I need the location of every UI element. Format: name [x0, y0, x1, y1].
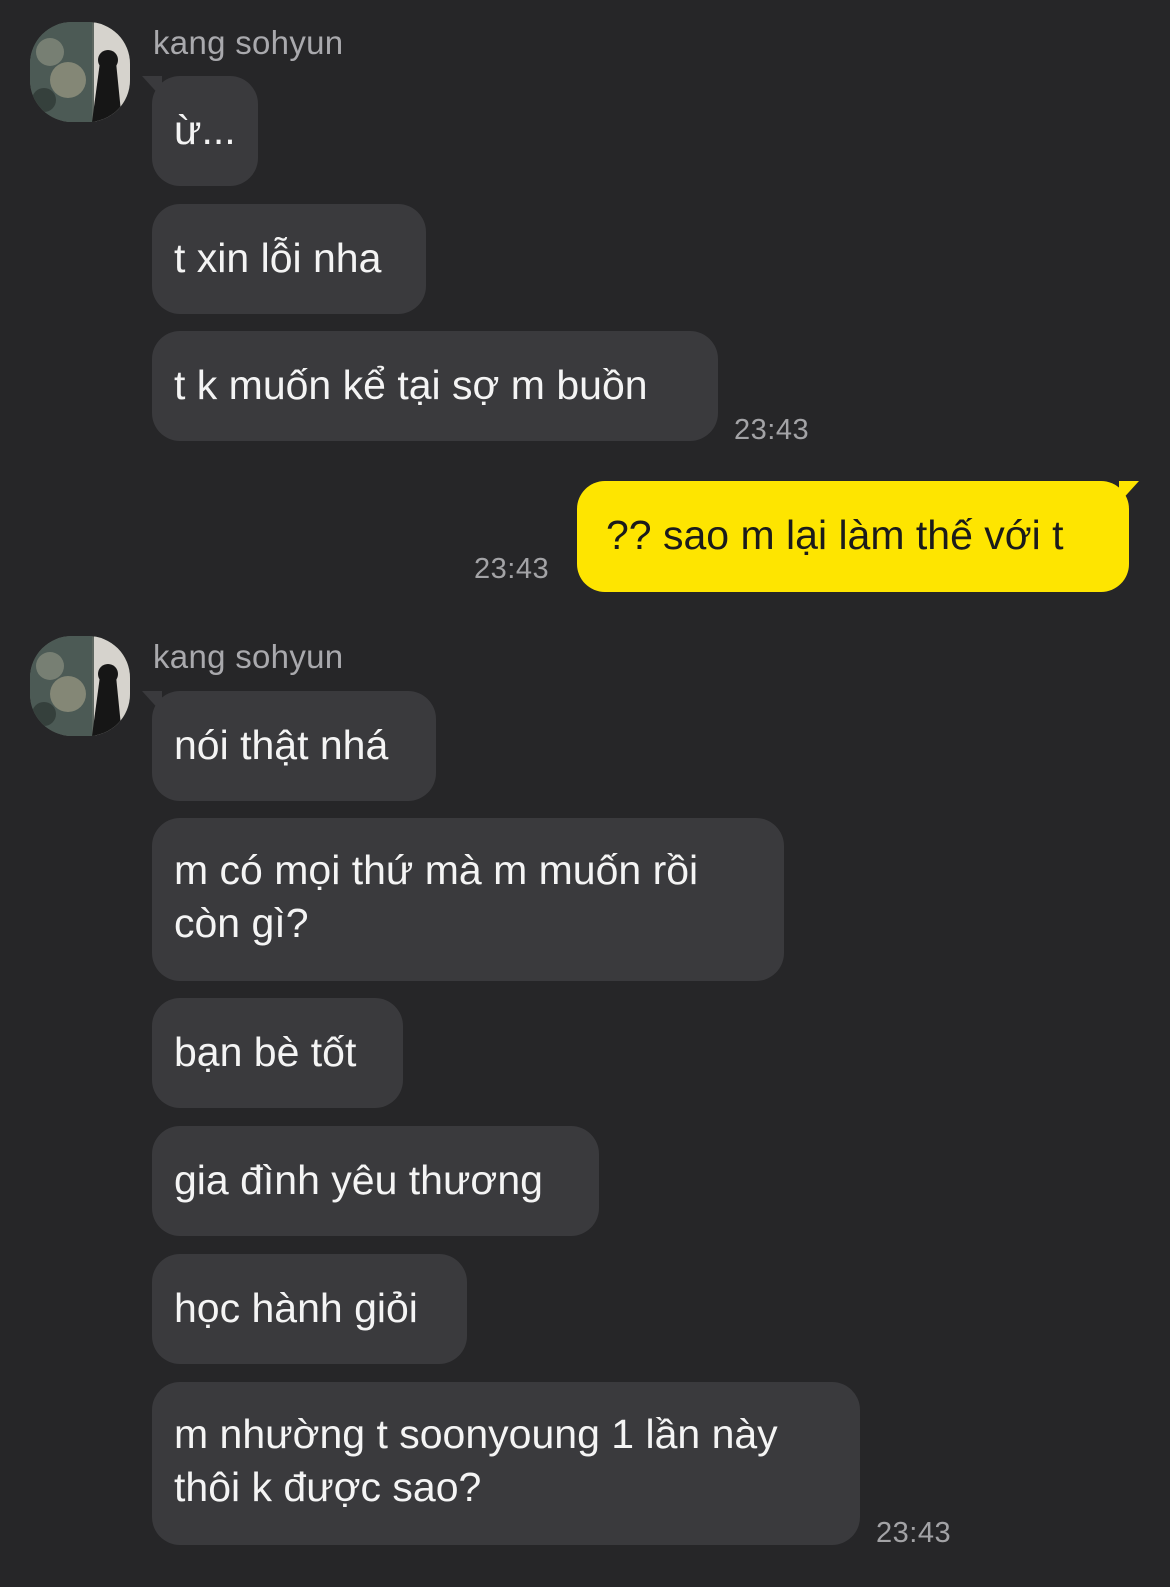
message-bubble[interactable]: t k muốn kể tại sợ m buồn	[152, 331, 718, 441]
avatar[interactable]	[30, 636, 130, 736]
message-bubble[interactable]: gia đình yêu thương	[152, 1126, 599, 1236]
message-text: m có mọi thứ mà m muốn rồi còn gì?	[174, 847, 699, 946]
avatar[interactable]	[30, 22, 130, 122]
timestamp: 23:43	[474, 553, 550, 585]
message-bubble[interactable]: m nhường t soonyoung 1 lần này thôi k đư…	[152, 1382, 860, 1545]
message-text: t xin lỗi nha	[174, 235, 382, 281]
message-text: m nhường t soonyoung 1 lần này thôi k đư…	[174, 1411, 778, 1510]
message-text: t k muốn kể tại sợ m buồn	[174, 362, 648, 408]
sender-name: kang sohyun	[153, 638, 344, 675]
message-bubble[interactable]: m có mọi thứ mà m muốn rồi còn gì?	[152, 818, 784, 981]
timestamp: 23:43	[734, 414, 810, 446]
message-text: học hành giỏi	[174, 1285, 418, 1331]
message-text: ừ...	[174, 107, 236, 153]
sender-name: kang sohyun	[153, 24, 344, 61]
message-text: ?? sao m lại làm thế với t	[606, 512, 1064, 558]
timestamp: 23:43	[876, 1517, 952, 1549]
profile-photo-icon	[30, 636, 130, 736]
message-bubble[interactable]: bạn bè tốt	[152, 998, 403, 1108]
message-bubble[interactable]: nói thật nhá	[142, 691, 436, 801]
message-bubble[interactable]: ừ...	[142, 76, 258, 186]
message-text: nói thật nhá	[174, 722, 389, 768]
message-bubble[interactable]: học hành giỏi	[152, 1254, 467, 1364]
profile-photo-icon	[30, 22, 130, 122]
message-text: bạn bè tốt	[174, 1029, 357, 1075]
message-bubble[interactable]: t xin lỗi nha	[152, 204, 426, 314]
my-message-bubble[interactable]: ?? sao m lại làm thế với t	[577, 481, 1139, 592]
message-text: gia đình yêu thương	[174, 1157, 543, 1203]
